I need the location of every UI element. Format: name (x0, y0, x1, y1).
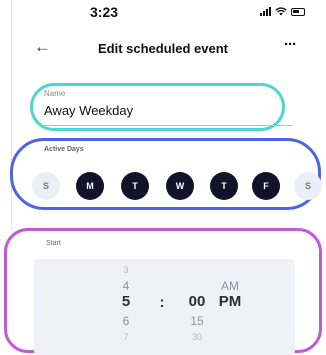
hour-option[interactable]: 6 (116, 314, 136, 328)
active-days-label: Active Days (44, 146, 84, 153)
day-toggle-saturday[interactable]: S (294, 172, 322, 200)
minute-option[interactable]: 15 (184, 314, 210, 328)
more-options-icon[interactable]: ··· (284, 36, 297, 53)
time-separator: : (159, 294, 165, 311)
page-title: Edit scheduled event (97, 41, 229, 56)
minute-option[interactable]: 30 (184, 332, 210, 342)
start-label: Start (46, 240, 61, 247)
name-field-underline (42, 125, 292, 126)
minute-option-selected[interactable]: 00 (184, 293, 210, 310)
wifi-icon (275, 7, 287, 16)
signal-icon (260, 6, 271, 16)
status-time: 3:23 (90, 4, 119, 20)
battery-icon (291, 8, 305, 16)
left-edge-divider (0, 0, 12, 230)
day-toggle-wednesday[interactable]: W (166, 172, 194, 200)
name-input[interactable]: Away Weekday (44, 103, 133, 118)
day-toggle-sunday[interactable]: S (32, 172, 60, 200)
hour-option[interactable]: 7 (116, 332, 136, 342)
period-option[interactable]: AM (214, 279, 246, 293)
day-toggle-tuesday[interactable]: T (121, 172, 149, 200)
status-icons (260, 6, 305, 16)
hour-option[interactable]: 3 (116, 265, 136, 275)
day-toggle-friday[interactable]: F (252, 172, 280, 200)
name-field-label: Name (44, 89, 66, 98)
hour-option-selected[interactable]: 5 (116, 293, 136, 310)
day-toggle-thursday[interactable]: T (210, 172, 238, 200)
edit-scheduled-event-screen: 3:23 ← Edit scheduled event ··· Name Awa… (0, 0, 326, 355)
day-toggle-monday[interactable]: M (76, 172, 104, 200)
hour-option[interactable]: 4 (116, 279, 136, 293)
period-option-selected[interactable]: PM (214, 293, 246, 310)
